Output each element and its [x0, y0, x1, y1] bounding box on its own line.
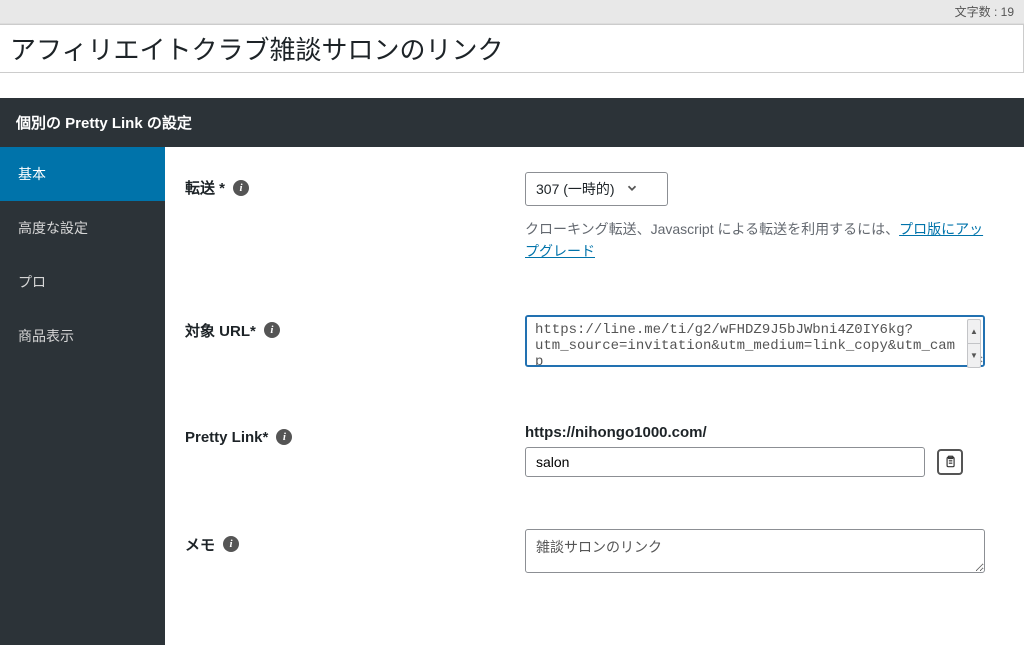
- target-url-input[interactable]: [525, 315, 985, 367]
- info-icon[interactable]: i: [233, 180, 249, 196]
- char-count-value: 19: [1001, 5, 1014, 19]
- memo-input[interactable]: [525, 529, 985, 573]
- char-count-bar: 文字数 : 19: [0, 0, 1024, 24]
- redirect-help-text: クローキング転送、Javascript による転送を利用するには、: [525, 221, 899, 237]
- target-url-label: 対象 URL*: [185, 320, 256, 341]
- field-pretty-link: Pretty Link* i https://nihongo1000.com/: [185, 424, 994, 477]
- info-icon[interactable]: i: [223, 536, 239, 552]
- section-header: 個別の Pretty Link の設定: [0, 98, 1024, 147]
- stepper-up-icon[interactable]: ▲: [968, 320, 980, 344]
- pretty-link-slug-input[interactable]: [525, 447, 925, 477]
- memo-label: メモ: [185, 534, 215, 555]
- tab-product[interactable]: 商品表示: [0, 309, 165, 363]
- redirect-label: 転送 *: [185, 177, 225, 198]
- char-count-label: 文字数 :: [955, 5, 998, 19]
- field-target-url: 対象 URL* i ▲ ▼: [185, 315, 994, 372]
- title-wrap: [0, 24, 1024, 73]
- field-redirect: 転送 * i 307 (一時的) クローキング転送、Javascript による…: [185, 172, 994, 263]
- info-icon[interactable]: i: [276, 429, 292, 445]
- settings-body: 基本 高度な設定 プロ 商品表示 転送 * i 307 (一時的) クローキング…: [0, 147, 1024, 645]
- tab-advanced[interactable]: 高度な設定: [0, 201, 165, 255]
- tabs-nav: 基本 高度な設定 プロ 商品表示: [0, 147, 165, 645]
- pretty-link-base-url: https://nihongo1000.com/: [525, 424, 994, 441]
- panel-basic: 転送 * i 307 (一時的) クローキング転送、Javascript による…: [165, 147, 1024, 645]
- stepper-down-icon[interactable]: ▼: [968, 344, 980, 367]
- pretty-link-label: Pretty Link*: [185, 429, 268, 446]
- redirect-selected: 307 (一時的): [536, 179, 615, 199]
- clipboard-icon: [943, 455, 957, 469]
- chevron-down-icon: [625, 181, 639, 198]
- tab-pro[interactable]: プロ: [0, 255, 165, 309]
- copy-button[interactable]: [937, 449, 963, 475]
- textarea-stepper[interactable]: ▲ ▼: [967, 319, 981, 368]
- field-memo: メモ i: [185, 529, 994, 578]
- tab-basic[interactable]: 基本: [0, 147, 165, 201]
- title-input[interactable]: [10, 33, 1013, 64]
- redirect-select[interactable]: 307 (一時的): [525, 172, 668, 206]
- redirect-help: クローキング転送、Javascript による転送を利用するには、プロ版にアップ…: [525, 218, 994, 263]
- info-icon[interactable]: i: [264, 322, 280, 338]
